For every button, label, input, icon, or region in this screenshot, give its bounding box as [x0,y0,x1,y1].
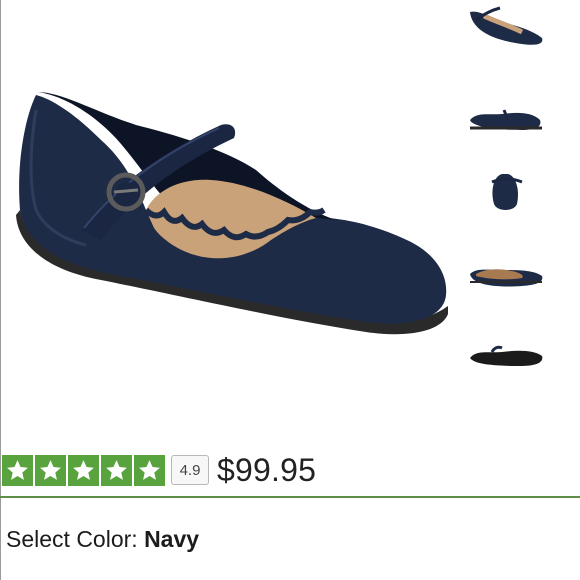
star-icon [35,454,66,486]
rating-price-row: 4.9 $99.95 [2,452,316,488]
color-select-label: Select Color: [6,526,138,552]
left-border [0,0,1,580]
star-icon [2,454,33,486]
thumbnail-front-view[interactable] [462,160,562,220]
thumbnail-sole-view[interactable] [462,328,562,388]
star-icon [134,454,165,486]
color-select[interactable]: Select Color: Navy [6,526,199,553]
star-icon [68,454,99,486]
thumbnail-inner-side-view[interactable] [462,246,562,306]
rating-value-badge[interactable]: 4.9 [171,455,209,485]
thumbnail-side-view[interactable] [462,88,562,148]
thumbnail-angled-view[interactable] [462,0,562,60]
color-select-value: Navy [144,526,200,552]
main-product-image[interactable] [6,70,456,370]
divider [0,496,580,498]
price: $99.95 [217,451,317,488]
star-icon [101,454,132,486]
thumbnail-strip [462,0,562,390]
